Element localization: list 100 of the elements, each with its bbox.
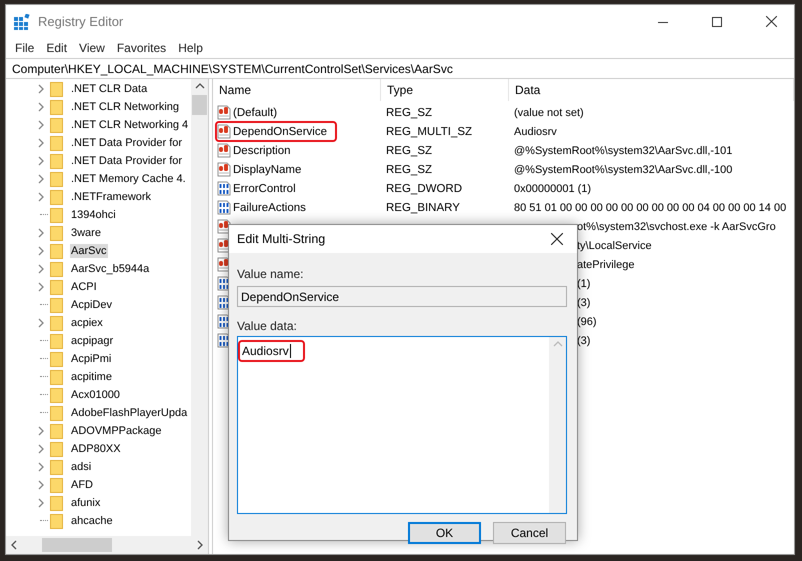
chevron-icon[interactable] [36, 462, 46, 472]
dialog-button[interactable]: OK [408, 522, 481, 544]
value-name[interactable]: (Default) [233, 106, 278, 118]
tree-item[interactable]: ahcache [70, 514, 115, 528]
chevron-icon[interactable] [36, 444, 46, 454]
tree-item[interactable]: afunix [70, 496, 102, 510]
window-title: Registry Editor [38, 14, 124, 29]
menu-item[interactable]: Help [172, 41, 209, 55]
chevron-icon[interactable] [36, 246, 46, 256]
folder-icon [50, 424, 63, 438]
value-data: (value not set) [514, 106, 584, 118]
scroll-right-icon[interactable] [196, 540, 204, 550]
folder-icon [50, 514, 63, 528]
tree-item[interactable]: AcpiPmi [70, 352, 114, 366]
folder-icon [50, 208, 63, 222]
menu-item[interactable]: File [9, 41, 40, 55]
value-type: REG_MULTI_SZ [386, 126, 472, 138]
folder-icon [50, 298, 63, 312]
scrollbar[interactable] [191, 79, 208, 536]
scroll-thumb[interactable] [42, 538, 112, 552]
value-name[interactable]: DisplayName [233, 164, 302, 176]
dialog-button[interactable]: Cancel [493, 522, 566, 544]
tree-item[interactable]: .NET CLR Networking 4 [70, 118, 190, 132]
tree-item[interactable]: ACPI [70, 280, 99, 294]
chevron-icon[interactable] [36, 318, 46, 328]
tree-item[interactable]: AcpiDev [70, 298, 114, 312]
folder-icon [50, 100, 63, 114]
value-name[interactable]: ErrorControl [233, 182, 296, 194]
folder-icon [50, 478, 63, 492]
folder-icon [50, 154, 63, 168]
folder-icon [50, 442, 63, 456]
tree-item[interactable]: .NETFramework [70, 190, 154, 204]
tree-item[interactable]: AarSvc [70, 244, 108, 258]
string-value-icon [217, 124, 231, 139]
value-name-field[interactable]: DependOnService [237, 286, 567, 307]
horizontal-scrollbar[interactable] [6, 536, 208, 554]
chevron-icon[interactable] [36, 156, 46, 166]
menu-item[interactable]: Favorites [110, 41, 172, 55]
chevron-icon[interactable] [36, 174, 46, 184]
tree-item[interactable]: .NET CLR Data [70, 82, 150, 96]
tree-item[interactable]: acpiex [70, 316, 105, 330]
address-bar[interactable]: Computer\HKEY_LOCAL_MACHINE\SYSTEM\CurrentControlSet\Services\AarSvc [6, 58, 794, 79]
tree-item[interactable]: acpipagr [70, 334, 116, 348]
tree-item[interactable]: ADP80XX [70, 442, 123, 456]
tree-item[interactable]: 1394ohci [70, 208, 118, 222]
column-header[interactable]: Type [381, 79, 509, 101]
tree-item[interactable]: AarSvc_b5944a [70, 262, 152, 276]
maximize-icon[interactable] [712, 16, 722, 26]
value-data: Audiosrv [514, 126, 557, 138]
value-data: atePrivilege [577, 258, 634, 270]
column-header[interactable]: Name [213, 79, 381, 101]
folder-icon [50, 280, 63, 294]
dialog-title: Edit Multi-String [237, 232, 326, 246]
tree-item[interactable]: Acx01000 [70, 388, 122, 402]
value-name[interactable]: DependOnService [233, 126, 327, 138]
tree-item[interactable]: 3ware [70, 226, 103, 240]
value-name[interactable]: Description [233, 144, 291, 156]
value-data: (3) [577, 334, 590, 346]
chevron-icon[interactable] [36, 480, 46, 490]
value-type: REG_DWORD [386, 182, 462, 194]
folder-icon [50, 82, 63, 96]
text-cursor [290, 344, 291, 358]
value-name[interactable]: FailureActions [233, 202, 306, 214]
folder-icon [50, 190, 63, 204]
folder-icon [50, 352, 63, 366]
folder-icon [50, 496, 63, 510]
scroll-thumb[interactable] [192, 95, 207, 115]
chevron-icon[interactable] [36, 120, 46, 130]
tree-item[interactable]: .NET Data Provider for [70, 136, 184, 150]
close-icon[interactable] [766, 16, 776, 27]
tree-item[interactable]: .NET Memory Cache 4. [70, 172, 188, 186]
string-value-icon [217, 162, 231, 177]
chevron-icon[interactable] [36, 426, 46, 436]
chevron-icon[interactable] [36, 84, 46, 94]
chevron-icon[interactable] [36, 192, 46, 202]
tree-item[interactable]: ADOVMPPackage [70, 424, 164, 438]
column-header[interactable]: Data [509, 79, 794, 101]
chevron-icon[interactable] [36, 138, 46, 148]
value-data-field[interactable]: Audiosrv [237, 336, 567, 514]
value-type: REG_BINARY [386, 202, 460, 214]
tree-item[interactable]: acpitime [70, 370, 114, 384]
folder-icon [50, 388, 63, 402]
value-data: 0x00000001 (1) [514, 182, 592, 194]
value-data: @%SystemRoot%\system32\AarSvc.dll,-100 [514, 164, 732, 176]
chevron-icon[interactable] [36, 264, 46, 274]
binary-value-icon [217, 200, 231, 215]
close-icon[interactable] [551, 233, 563, 245]
scroll-left-icon[interactable] [10, 540, 18, 550]
chevron-icon[interactable] [36, 498, 46, 508]
folder-icon [50, 460, 63, 474]
menu-item[interactable]: Edit [40, 41, 74, 55]
tree-item[interactable]: .NET Data Provider for [70, 154, 184, 168]
menu-item[interactable]: View [73, 41, 111, 55]
chevron-icon[interactable] [36, 228, 46, 238]
tree-item[interactable]: AdobeFlashPlayerUpda [70, 406, 190, 420]
tree-item[interactable]: adsi [70, 460, 94, 474]
tree-item[interactable]: AFD [70, 478, 95, 492]
tree-item[interactable]: .NET CLR Networking [70, 100, 181, 114]
chevron-icon[interactable] [36, 102, 46, 112]
chevron-icon[interactable] [36, 282, 46, 292]
